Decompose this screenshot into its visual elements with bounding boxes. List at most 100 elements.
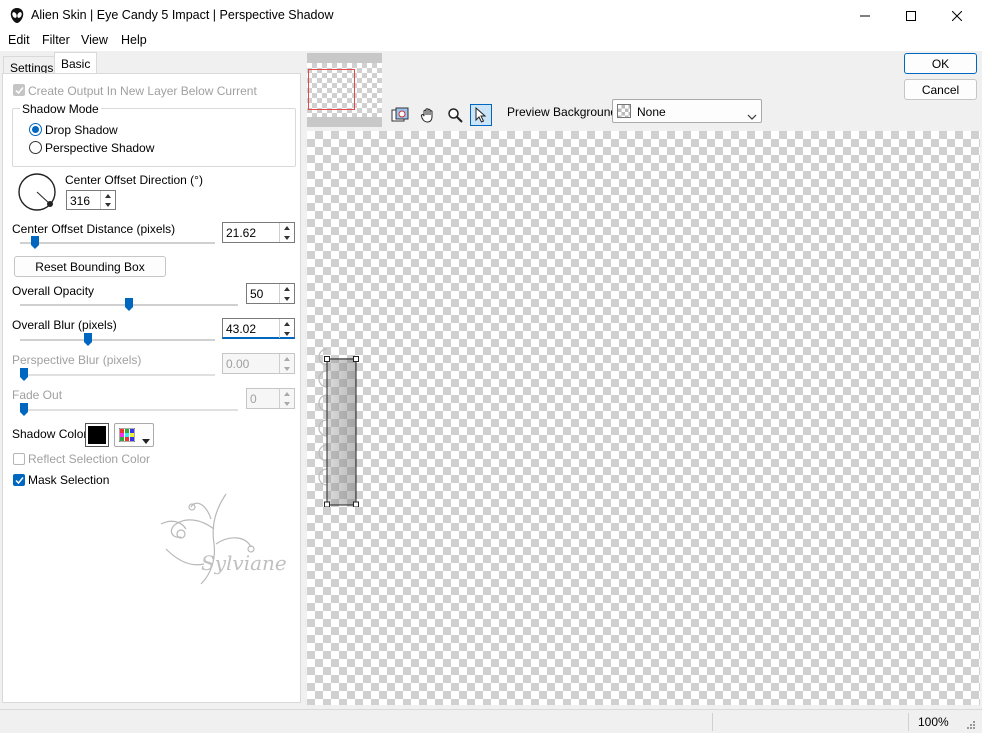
shadow-mode-group bbox=[12, 108, 296, 167]
navigator-viewport[interactable] bbox=[308, 69, 355, 110]
blur-spinner[interactable]: 43.02 bbox=[222, 318, 295, 339]
tab-settings[interactable]: Settings bbox=[3, 56, 61, 75]
perspective-blur-value: 0.00 bbox=[226, 357, 250, 371]
spin-down-icon[interactable] bbox=[101, 200, 115, 209]
opacity-value: 50 bbox=[250, 287, 264, 301]
perspective-blur-label: Perspective Blur (pixels) bbox=[12, 353, 142, 367]
spin-up-icon[interactable] bbox=[101, 191, 115, 200]
preview-background-label: Preview Background: bbox=[507, 105, 621, 119]
spin-down-icon[interactable] bbox=[280, 364, 294, 373]
perspective-blur-spinner[interactable]: 0.00 bbox=[222, 353, 295, 374]
minimize-button[interactable] bbox=[842, 0, 888, 31]
blur-slider-thumb[interactable] bbox=[84, 333, 92, 346]
hand-tool-button[interactable] bbox=[417, 104, 439, 126]
basic-tab-page: Create Output In New Layer Below Current… bbox=[2, 73, 301, 703]
reflect-selection-label: Reflect Selection Color bbox=[28, 452, 151, 466]
direction-label: Center Offset Direction (°) bbox=[65, 173, 203, 187]
opacity-slider-thumb[interactable] bbox=[125, 298, 133, 311]
watermark-logo: Sylviane bbox=[156, 489, 301, 604]
menu-view[interactable]: View bbox=[81, 33, 108, 47]
preview-background-select[interactable]: None bbox=[612, 99, 762, 123]
drop-shadow-radio[interactable] bbox=[29, 123, 42, 136]
zoom-icon bbox=[448, 108, 463, 123]
alien-skin-logo-icon bbox=[9, 7, 25, 24]
menu-bar: Edit Filter View Help bbox=[0, 31, 982, 51]
preview-canvas[interactable] bbox=[307, 131, 980, 705]
direction-value: 316 bbox=[70, 194, 91, 208]
pointer-icon bbox=[475, 107, 487, 123]
title-bar: Alien Skin | Eye Candy 5 Impact | Perspe… bbox=[0, 0, 982, 31]
close-button[interactable] bbox=[934, 0, 980, 31]
direction-dial[interactable] bbox=[17, 172, 57, 212]
direction-spinner[interactable]: 316 bbox=[66, 190, 116, 210]
zoom-tool-button[interactable] bbox=[444, 104, 466, 126]
blur-slider-track[interactable] bbox=[20, 339, 215, 341]
distance-value: 21.62 bbox=[226, 226, 257, 240]
menu-help[interactable]: Help bbox=[121, 33, 147, 47]
fade-out-slider-track[interactable] bbox=[20, 409, 238, 411]
distance-spinner[interactable]: 21.62 bbox=[222, 222, 295, 243]
checkmark-icon bbox=[15, 87, 24, 95]
fade-out-label: Fade Out bbox=[12, 388, 63, 402]
spin-down-icon[interactable] bbox=[280, 294, 294, 303]
zoom-level: 100% bbox=[918, 715, 949, 729]
spin-down-icon[interactable] bbox=[280, 233, 294, 242]
spin-up-icon[interactable] bbox=[280, 354, 294, 363]
spin-down-icon[interactable] bbox=[280, 399, 294, 408]
drop-shadow-label[interactable]: Drop Shadow bbox=[45, 123, 118, 137]
distance-slider-thumb[interactable] bbox=[31, 236, 39, 249]
maximize-button[interactable] bbox=[888, 0, 934, 31]
watermark-text: Sylviane bbox=[201, 551, 287, 575]
mask-selection-checkbox[interactable] bbox=[13, 474, 25, 486]
fade-out-spinner[interactable]: 0 bbox=[246, 388, 295, 409]
selection-bounding-box[interactable] bbox=[315, 345, 363, 507]
fade-out-slider-thumb[interactable] bbox=[20, 403, 28, 416]
blur-label: Overall Blur (pixels) bbox=[12, 318, 117, 332]
reflect-selection-checkbox[interactable] bbox=[13, 453, 25, 465]
navigator-tool-button[interactable] bbox=[389, 104, 411, 126]
tab-basic[interactable]: Basic bbox=[54, 52, 98, 74]
navigator-thumbnail[interactable] bbox=[307, 53, 382, 127]
cancel-button[interactable]: Cancel bbox=[904, 79, 977, 100]
spin-up-icon[interactable] bbox=[280, 284, 294, 293]
close-icon bbox=[952, 10, 962, 21]
maximize-icon bbox=[906, 10, 916, 21]
blur-value: 43.02 bbox=[226, 322, 257, 336]
color-palette-icon bbox=[118, 427, 136, 445]
perspective-blur-slider-track[interactable] bbox=[20, 374, 215, 376]
opacity-spinner[interactable]: 50 bbox=[246, 283, 295, 304]
status-bar: 100% bbox=[0, 709, 982, 733]
preview-background-value: None bbox=[637, 105, 666, 119]
spin-down-icon[interactable] bbox=[280, 329, 294, 338]
checkmark-icon bbox=[15, 477, 24, 485]
chevron-down-icon bbox=[142, 433, 150, 447]
shadow-color-swatch[interactable] bbox=[85, 423, 109, 447]
menu-filter[interactable]: Filter bbox=[42, 33, 70, 47]
hand-icon bbox=[420, 108, 433, 123]
shadow-color-label: Shadow Color bbox=[12, 427, 88, 441]
perspective-shadow-label[interactable]: Perspective Shadow bbox=[45, 141, 154, 155]
create-output-label: Create Output In New Layer Below Current bbox=[28, 84, 257, 98]
color-picker-dropdown[interactable] bbox=[114, 423, 154, 447]
ok-button[interactable]: OK bbox=[904, 53, 977, 74]
window-title: Alien Skin | Eye Candy 5 Impact | Perspe… bbox=[31, 8, 334, 22]
pointer-tool-button[interactable] bbox=[470, 104, 492, 126]
navigator-icon bbox=[391, 107, 409, 122]
create-output-checkbox[interactable] bbox=[13, 84, 25, 96]
chevron-down-icon bbox=[747, 109, 757, 123]
spin-up-icon[interactable] bbox=[280, 223, 294, 232]
resize-grip-icon[interactable] bbox=[964, 718, 976, 733]
perspective-shadow-radio[interactable] bbox=[29, 141, 42, 154]
spin-up-icon[interactable] bbox=[280, 389, 294, 398]
perspective-blur-slider-thumb[interactable] bbox=[20, 368, 28, 381]
minimize-icon bbox=[860, 15, 870, 16]
opacity-label: Overall Opacity bbox=[12, 284, 95, 298]
menu-edit[interactable]: Edit bbox=[8, 33, 30, 47]
mask-selection-label: Mask Selection bbox=[28, 473, 110, 487]
distance-slider-track[interactable] bbox=[20, 242, 215, 244]
spin-up-icon[interactable] bbox=[280, 319, 294, 328]
settings-panel: Settings Basic Create Output In New Laye… bbox=[0, 51, 303, 705]
shadow-mode-label: Shadow Mode bbox=[20, 102, 101, 116]
distance-label: Center Offset Distance (pixels) bbox=[12, 222, 176, 236]
reset-bounding-box-button[interactable]: Reset Bounding Box bbox=[14, 256, 166, 277]
